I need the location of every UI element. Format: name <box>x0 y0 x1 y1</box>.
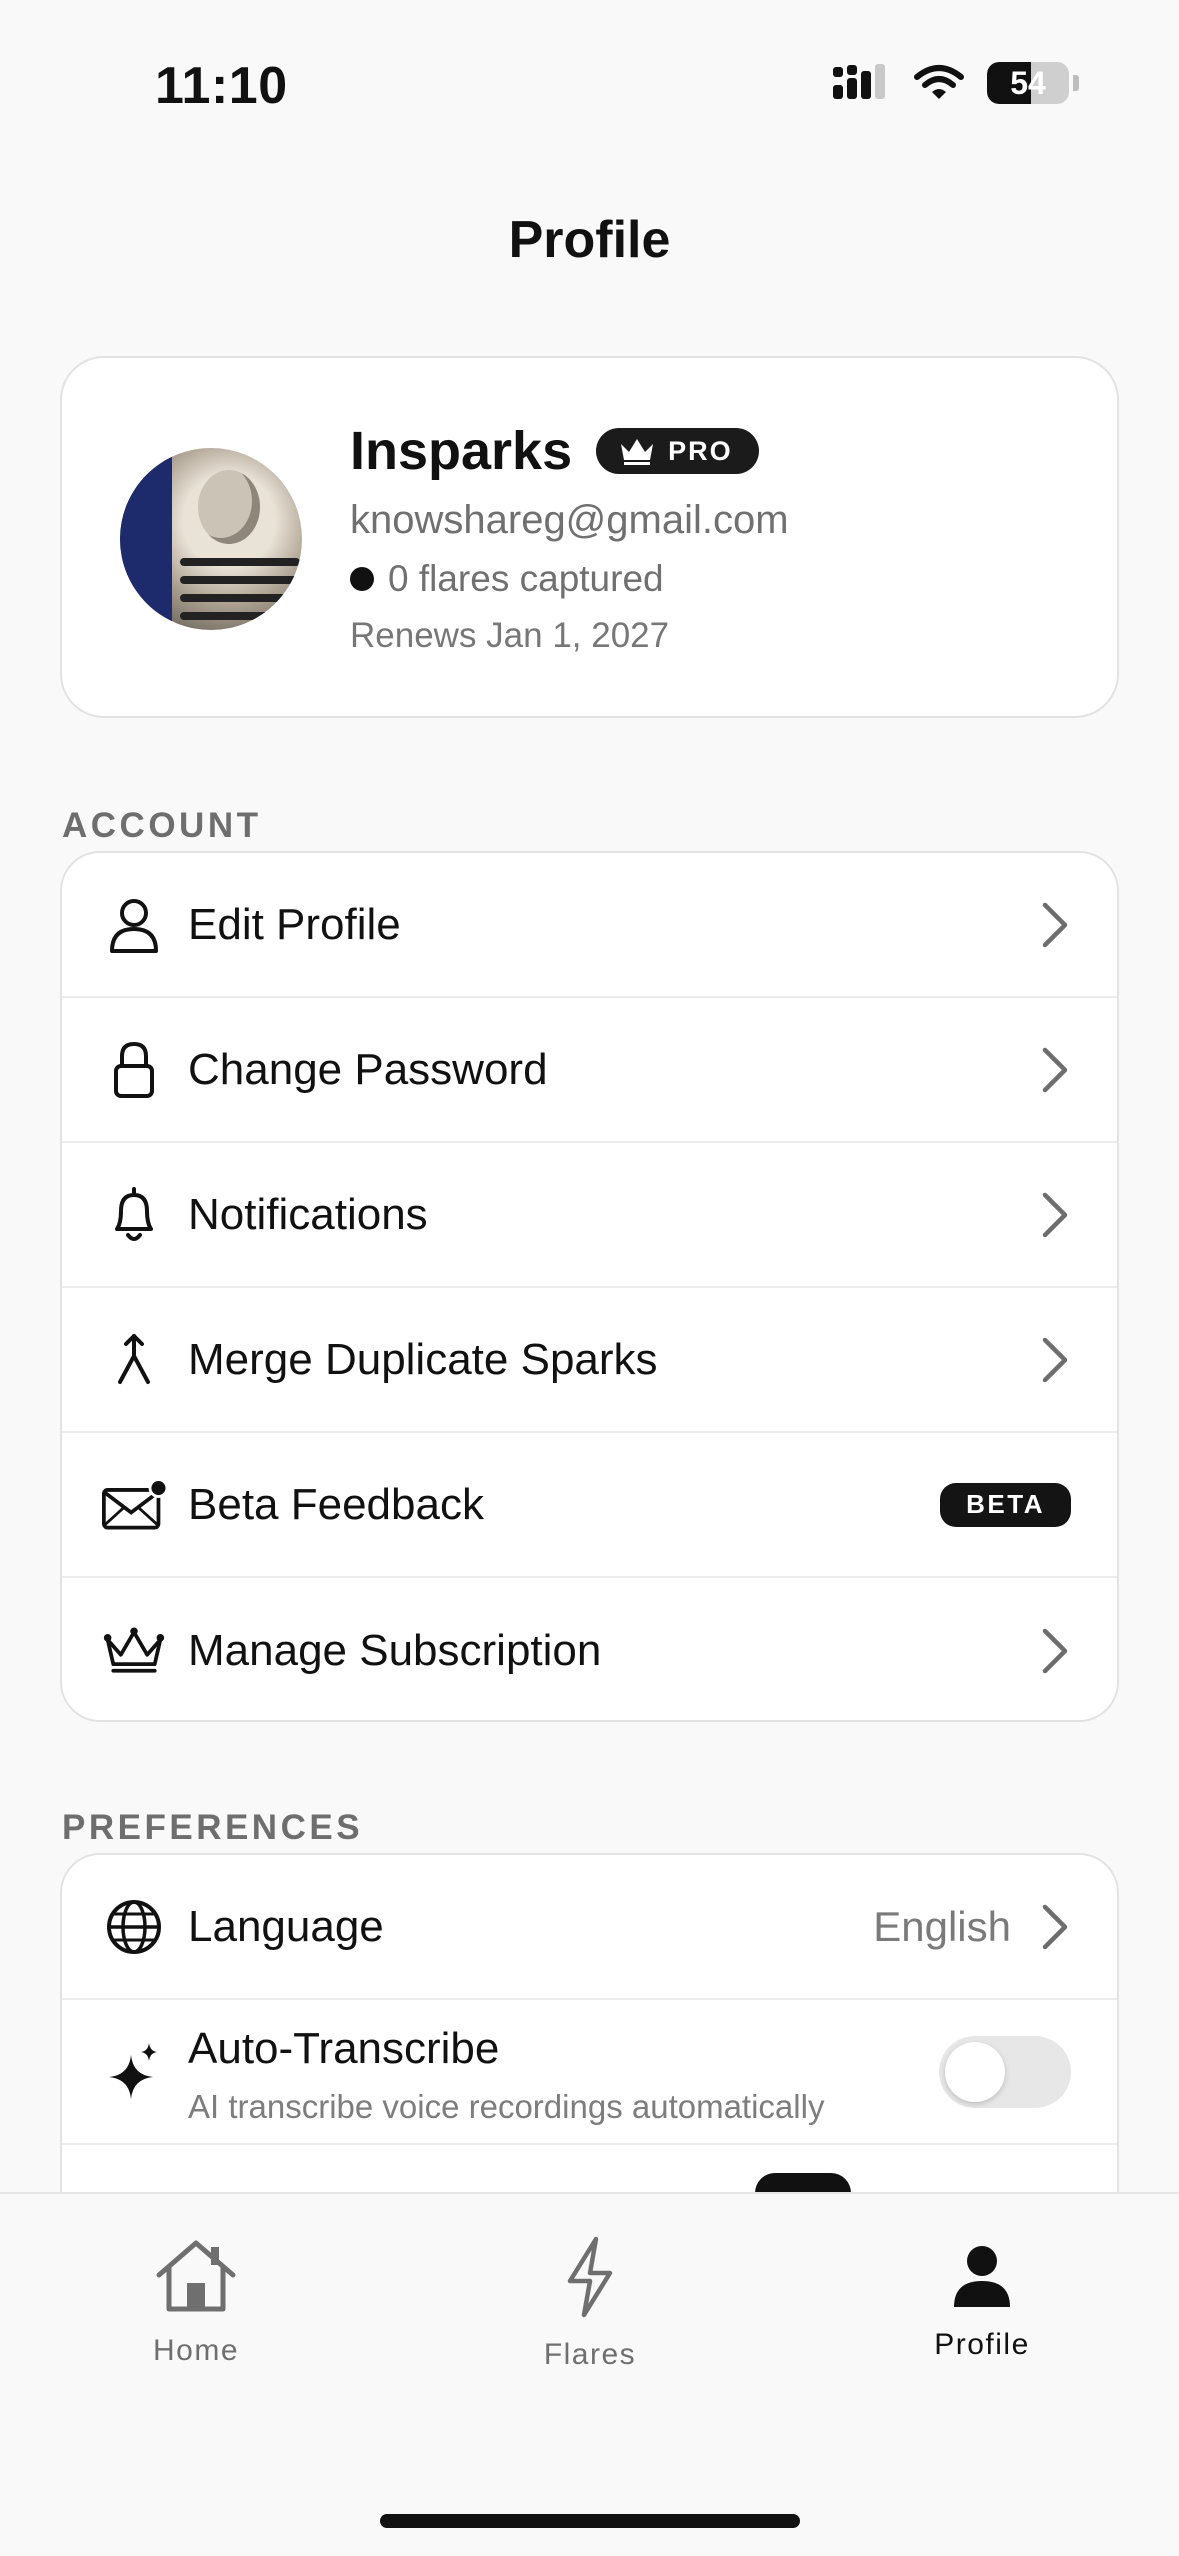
row-beta-feedback[interactable]: Beta Feedback BETA <box>62 1433 1117 1578</box>
status-bar: 11:10 54 <box>0 0 1179 150</box>
battery-icon: 54 <box>987 62 1069 104</box>
person-icon <box>102 893 166 957</box>
tab-flares[interactable]: Flares <box>470 2232 710 2372</box>
bolt-icon <box>470 2232 710 2322</box>
row-merge-duplicate-sparks[interactable]: Merge Duplicate Sparks <box>62 1288 1117 1433</box>
home-indicator[interactable] <box>380 2514 800 2528</box>
pro-badge: PRO <box>596 428 759 474</box>
account-card: Edit Profile Change Password Notificatio… <box>60 851 1119 1722</box>
chevron-right-icon <box>1042 1192 1068 1237</box>
globe-icon <box>102 1895 166 1959</box>
section-label-preferences: PREFERENCES <box>62 1808 364 1847</box>
chevron-right-icon <box>1042 1047 1068 1092</box>
home-icon <box>76 2232 316 2322</box>
row-label: Edit Profile <box>188 899 401 949</box>
profile-flares: 0 flares captured <box>350 558 664 600</box>
crown-icon <box>102 1619 166 1683</box>
status-time: 11:10 <box>155 57 288 115</box>
row-edit-profile[interactable]: Edit Profile <box>62 853 1117 998</box>
auto-transcribe-toggle[interactable] <box>939 2035 1071 2108</box>
profile-renews: Renews Jan 1, 2027 <box>350 616 670 655</box>
row-label: Auto-Transcribe <box>188 2024 500 2073</box>
profile-name: Insparks <box>350 421 573 481</box>
sparkles-icon <box>102 2040 166 2104</box>
row-label: Change Password <box>188 1044 548 1094</box>
row-label: Beta Feedback <box>188 1479 484 1529</box>
screen: 11:10 54 Profile Insparks PRO knowshareg… <box>0 0 1179 2556</box>
chevron-right-icon <box>1042 1628 1068 1673</box>
profile-name-row: Insparks PRO <box>350 420 759 482</box>
lock-icon <box>102 1038 166 1102</box>
pro-badge-label: PRO <box>668 435 733 466</box>
chevron-right-icon <box>1042 1904 1068 1949</box>
row-change-password[interactable]: Change Password <box>62 998 1117 1143</box>
page-title: Profile <box>508 211 671 269</box>
tab-label: Home <box>152 2334 240 2367</box>
row-label: Notifications <box>188 1189 428 1239</box>
wifi-icon <box>914 65 964 99</box>
language-value: English <box>873 1902 1011 1950</box>
battery-level: 54 <box>1010 64 1046 101</box>
status-icons: 54 <box>831 62 1079 104</box>
chevron-right-icon <box>1042 902 1068 947</box>
flares-dot-icon <box>350 567 374 591</box>
row-label: Language <box>188 1901 384 1951</box>
section-label-account: ACCOUNT <box>62 806 262 845</box>
row-manage-subscription[interactable]: Manage Subscription <box>62 1578 1117 1720</box>
row-label: Merge Duplicate Sparks <box>188 1334 658 1384</box>
row-language[interactable]: Language English <box>62 1855 1117 2000</box>
chevron-right-icon <box>1042 1337 1068 1382</box>
profile-card[interactable]: Insparks PRO knowshareg@gmail.com 0 flar… <box>60 356 1119 718</box>
tab-home[interactable]: Home <box>76 2232 316 2368</box>
row-sublabel: AI transcribe voice recordings automatic… <box>188 2088 825 2125</box>
mail-icon <box>102 1473 166 1537</box>
bell-icon <box>102 1183 166 1247</box>
crown-icon <box>621 439 654 465</box>
avatar[interactable] <box>120 448 302 630</box>
tab-bar: Home Flares Profile <box>0 2192 1179 2556</box>
beta-badge: BETA <box>940 1482 1071 1527</box>
tab-label: Profile <box>934 2328 1030 2361</box>
row-auto-transcribe: Auto-Transcribe AI transcribe voice reco… <box>62 2000 1117 2145</box>
tab-label: Flares <box>543 2338 637 2371</box>
profile-flares-text: 0 flares captured <box>388 558 664 599</box>
battery-cap <box>1073 75 1079 91</box>
merge-icon <box>102 1328 166 1392</box>
tab-profile[interactable]: Profile <box>862 2232 1102 2362</box>
cellular-signal-icon <box>833 64 885 99</box>
profile-email: knowshareg@gmail.com <box>350 498 789 542</box>
person-filled-icon <box>862 2232 1102 2322</box>
row-label: Manage Subscription <box>188 1625 602 1675</box>
row-notifications[interactable]: Notifications <box>62 1143 1117 1288</box>
